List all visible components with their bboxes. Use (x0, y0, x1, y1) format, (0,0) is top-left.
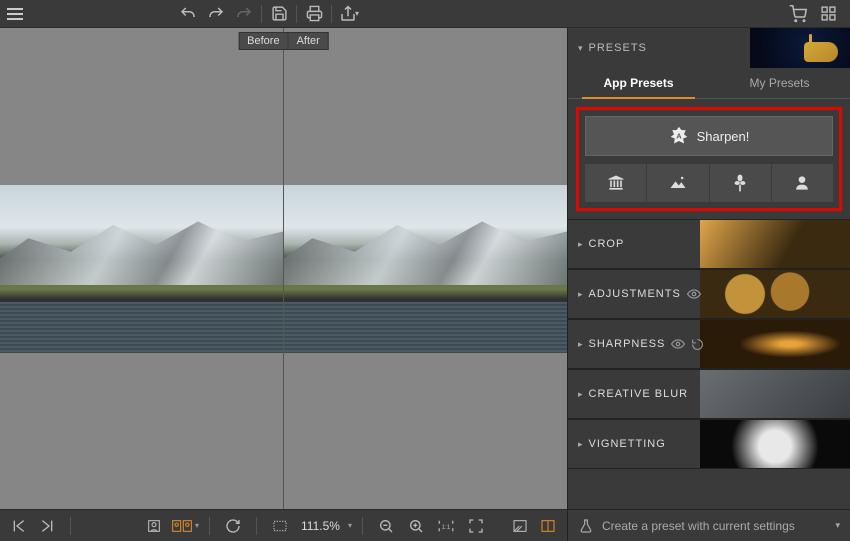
auto-badge-icon: A (669, 126, 689, 146)
separator (331, 5, 332, 23)
before-pane[interactable] (0, 28, 283, 509)
highlighted-preset-box: A Sharpen! (576, 107, 842, 211)
category-architecture-button[interactable] (585, 164, 646, 202)
svg-text:1:1: 1:1 (442, 525, 451, 531)
separator (256, 517, 257, 535)
section-sharpness[interactable]: ▸ SHARPNESS (568, 319, 850, 369)
sharpen-label: Sharpen! (697, 129, 750, 144)
save-button[interactable] (265, 0, 293, 28)
reset-icon[interactable] (691, 338, 704, 351)
header-thumbnail (750, 28, 850, 68)
after-image (284, 185, 567, 353)
redo-button[interactable] (202, 0, 230, 28)
zoom-dropdown-icon[interactable]: ▾ (348, 521, 352, 530)
view-split-button[interactable] (169, 513, 195, 539)
section-label: CROP (589, 238, 625, 250)
expand-icon: ▸ (578, 389, 583, 400)
expand-icon: ▸ (578, 239, 583, 250)
section-label: CREATIVE BLUR (589, 388, 689, 400)
preset-tabs: App Presets My Presets (568, 68, 850, 99)
category-portrait-button[interactable] (772, 164, 833, 202)
zoom-level[interactable]: 111.5% (297, 519, 344, 533)
preset-category-row (585, 164, 833, 202)
show-before-button[interactable] (507, 513, 533, 539)
redo-again-button[interactable] (230, 0, 258, 28)
section-thumbnail (700, 270, 850, 318)
navigator-button[interactable] (267, 513, 293, 539)
tab-my-presets[interactable]: My Presets (709, 68, 850, 98)
separator (296, 5, 297, 23)
separator (209, 517, 210, 535)
rotate-button[interactable] (220, 513, 246, 539)
section-label: VIGNETTING (589, 438, 666, 450)
share-button[interactable]: ▾ (335, 0, 363, 28)
after-label: After (289, 32, 329, 50)
separator (70, 517, 71, 535)
top-toolbar: ▾ (0, 0, 850, 28)
flask-icon (578, 518, 594, 534)
expand-icon: ▸ (578, 339, 583, 350)
menu-button[interactable] (4, 3, 26, 25)
expand-icon: ▸ (578, 439, 583, 450)
section-thumbnail (700, 220, 850, 268)
create-preset-label: Create a preset with current settings (602, 519, 795, 533)
fit-1to1-button[interactable]: 1:1 (433, 513, 459, 539)
tab-app-presets[interactable]: App Presets (568, 68, 709, 98)
visibility-icon[interactable] (687, 287, 701, 301)
section-thumbnail (700, 420, 850, 468)
before-label: Before (238, 32, 288, 50)
section-thumbnail (700, 320, 850, 368)
dropdown-icon[interactable]: ▾ (835, 520, 840, 531)
create-preset-button[interactable]: Create a preset with current settings ▾ (568, 509, 850, 541)
section-crop[interactable]: ▸ CROP (568, 219, 850, 269)
section-label: ADJUSTMENTS (589, 288, 681, 300)
expand-icon: ▸ (578, 289, 583, 300)
visibility-icon[interactable] (671, 337, 685, 351)
prev-image-button[interactable] (6, 513, 32, 539)
sections-list: ▸ CROP ▸ ADJUSTMENTS ▸ SHARPNESS (568, 219, 850, 509)
section-thumbnail (700, 370, 850, 418)
next-image-button[interactable] (34, 513, 60, 539)
canvas-area: Before After (0, 28, 567, 541)
fit-screen-button[interactable] (463, 513, 489, 539)
section-creative-blur[interactable]: ▸ CREATIVE BLUR (568, 369, 850, 419)
print-button[interactable] (300, 0, 328, 28)
after-pane[interactable] (283, 28, 567, 509)
zoom-in-button[interactable] (403, 513, 429, 539)
before-image (0, 185, 283, 353)
grid-button[interactable] (814, 0, 842, 28)
cart-button[interactable] (784, 0, 812, 28)
separator (362, 517, 363, 535)
view-single-button[interactable] (141, 513, 167, 539)
collapse-icon: ▾ (578, 43, 583, 54)
svg-text:A: A (676, 132, 682, 141)
before-after-labels: Before After (238, 32, 329, 50)
presets-header[interactable]: ▾ PRESETS (568, 28, 850, 68)
section-label: SHARPNESS (589, 338, 666, 350)
undo-button[interactable] (174, 0, 202, 28)
bottom-toolbar: ▾ 111.5% ▾ 1:1 (0, 509, 567, 541)
presets-title: PRESETS (589, 42, 647, 54)
category-macro-button[interactable] (710, 164, 771, 202)
section-vignetting[interactable]: ▸ VIGNETTING (568, 419, 850, 469)
category-landscape-button[interactable] (647, 164, 708, 202)
section-adjustments[interactable]: ▸ ADJUSTMENTS (568, 269, 850, 319)
show-split-button[interactable] (535, 513, 561, 539)
separator (261, 5, 262, 23)
right-panel: ▾ PRESETS App Presets My Presets A Sharp… (567, 28, 850, 541)
sharpen-preset-button[interactable]: A Sharpen! (585, 116, 833, 156)
zoom-out-button[interactable] (373, 513, 399, 539)
dropdown-icon[interactable]: ▾ (195, 521, 199, 530)
